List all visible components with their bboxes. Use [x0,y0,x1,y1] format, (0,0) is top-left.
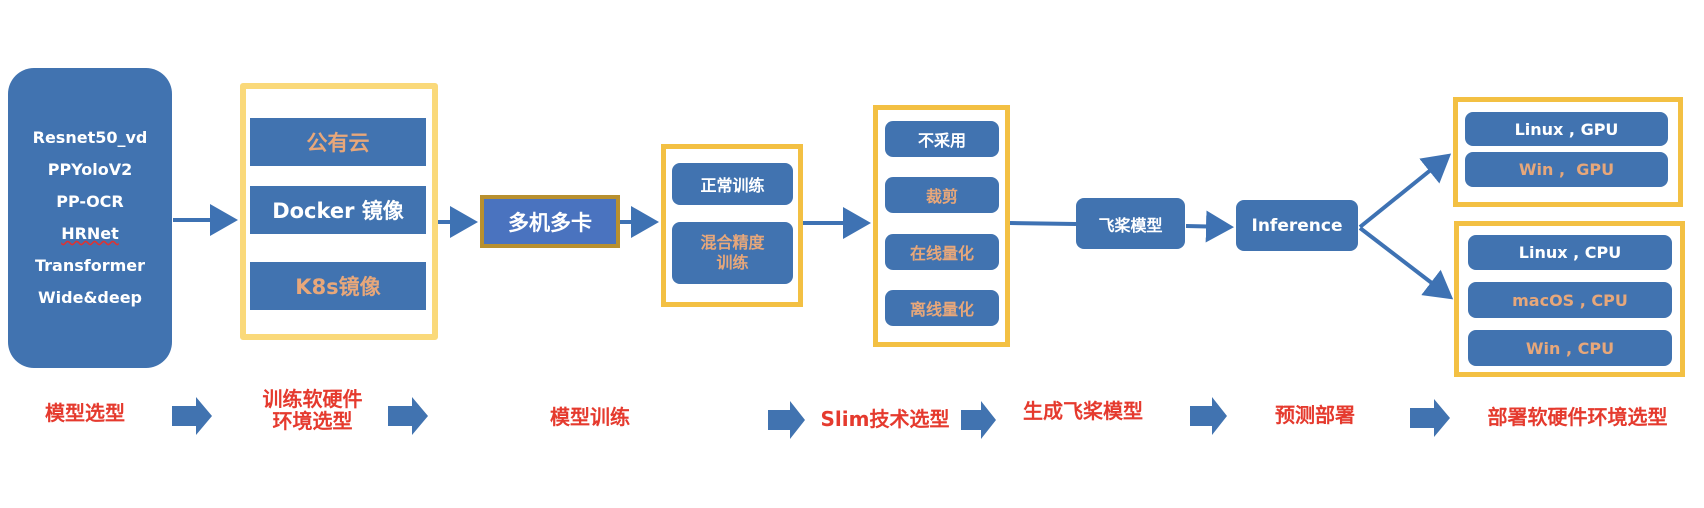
stage-arrow-icon [768,401,805,439]
stage-arrow-icon [1410,399,1450,437]
stage-arrow-icon [388,397,428,435]
stage-arrow-icon [1190,397,1227,435]
stage-arrow-icon [172,397,212,435]
stage-arrow-layer [172,397,1450,439]
stage-arrow-icon [961,401,996,439]
